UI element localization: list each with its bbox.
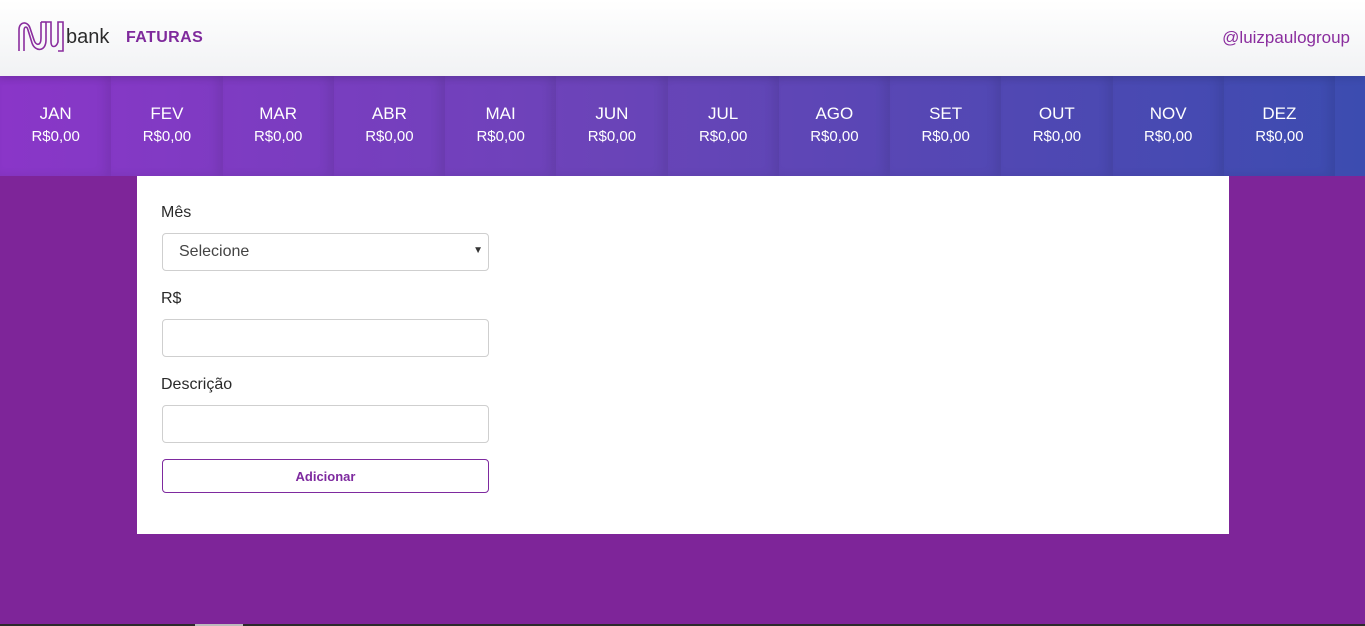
- month-name: OUT: [1038, 104, 1075, 123]
- month-total: R$0,00: [1143, 128, 1193, 145]
- month-name: MAR: [259, 104, 298, 123]
- month-total: R$0,00: [1255, 128, 1304, 145]
- month-total: R$0,00: [142, 128, 192, 145]
- nubank-logo-icon: [18, 21, 64, 52]
- month-total: R$0,00: [921, 128, 970, 145]
- month-total: R$0,00: [31, 128, 80, 145]
- month-total: R$0,00: [476, 128, 525, 145]
- month-name: ABR: [371, 104, 407, 123]
- month-name: MAI: [485, 104, 516, 123]
- month-tab-nov[interactable]: NOV R$0,00: [1113, 76, 1224, 176]
- month-tab-set[interactable]: SET R$0,00: [890, 76, 1001, 176]
- month-total: R$0,00: [253, 128, 303, 145]
- month-tab-dez[interactable]: DEZ R$0,00: [1224, 76, 1335, 176]
- month-select-value: Selecione: [179, 243, 250, 260]
- logo-text: bank: [66, 26, 110, 48]
- add-button[interactable]: Adicionar: [162, 459, 489, 493]
- month-tab-out[interactable]: OUT R$0,00: [1001, 76, 1112, 176]
- month-total: R$0,00: [587, 128, 637, 145]
- top-navbar: bank FATURAS @luizpaulogroup: [0, 0, 1365, 76]
- month-total: R$0,00: [365, 128, 414, 145]
- month-tab-abr[interactable]: ABR R$0,00: [334, 76, 445, 176]
- amount-label: R$: [161, 290, 182, 307]
- month-name: DEZ: [1262, 104, 1297, 123]
- month-name: JUN: [595, 104, 629, 123]
- month-tab-mai[interactable]: MAI R$0,00: [445, 76, 556, 176]
- month-tab-mar[interactable]: MAR R$0,00: [223, 76, 334, 176]
- month-label: Mês: [161, 204, 192, 221]
- month-name: FEV: [150, 104, 184, 123]
- month-name: JUL: [708, 104, 739, 123]
- month-select[interactable]: Selecione ▼: [162, 233, 489, 271]
- month-name: JAN: [39, 104, 72, 123]
- month-tab-fev[interactable]: FEV R$0,00: [111, 76, 222, 176]
- month-tab-jun[interactable]: JUN R$0,00: [556, 76, 667, 176]
- month-tab-jan[interactable]: JAN R$0,00: [0, 76, 111, 176]
- month-total: R$0,00: [810, 128, 859, 145]
- month-name: NOV: [1149, 104, 1187, 123]
- month-bar: JAN R$0,00 FEV R$0,00 MAR R$0,00 ABR R$0…: [0, 76, 1365, 176]
- month-name: SET: [929, 104, 963, 123]
- description-input[interactable]: [162, 405, 489, 443]
- invoice-form-card: Mês Selecione ▼ R$ Descrição Adicionar: [137, 176, 1229, 534]
- month-total: R$0,00: [698, 128, 748, 145]
- month-tab-jul[interactable]: JUL R$0,00: [668, 76, 779, 176]
- amount-input[interactable]: [162, 319, 489, 357]
- month-tab-ago[interactable]: AGO R$0,00: [779, 76, 890, 176]
- user-handle[interactable]: @luizpaulogroup: [1222, 28, 1350, 48]
- month-name: AGO: [815, 104, 854, 123]
- month-total: R$0,00: [1032, 128, 1082, 145]
- page-title[interactable]: FATURAS: [126, 29, 203, 47]
- dropdown-arrow-icon: ▼: [473, 245, 483, 256]
- description-label: Descrição: [161, 376, 233, 393]
